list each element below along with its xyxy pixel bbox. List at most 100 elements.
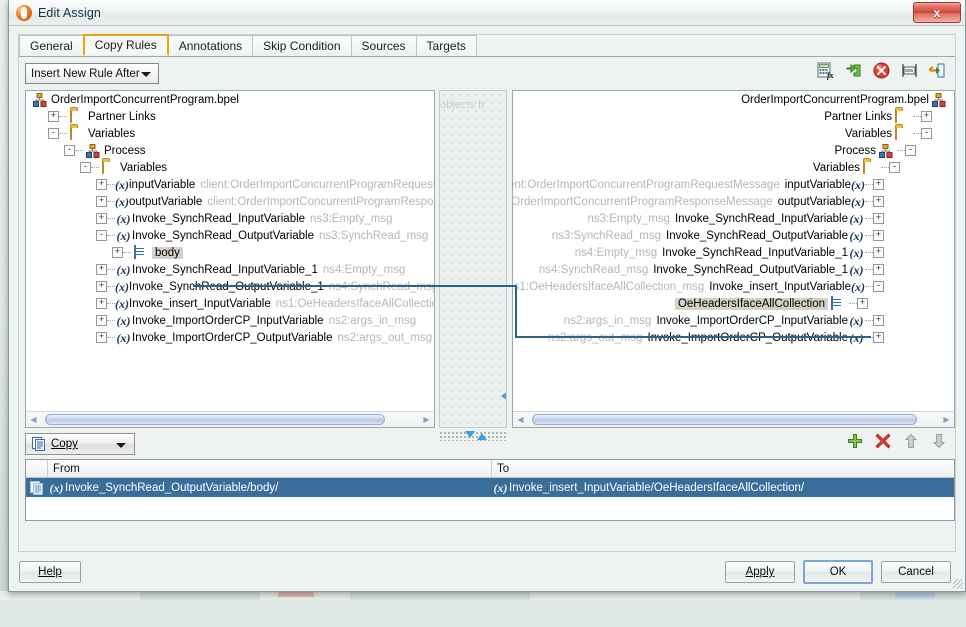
tree-node[interactable]: -Variables	[26, 159, 434, 176]
tree-expander[interactable]: +	[921, 111, 932, 122]
copy-rules-table[interactable]: From To (x)	[25, 459, 955, 521]
tab-sources[interactable]: Sources	[351, 35, 417, 56]
column-header-to[interactable]: To	[492, 460, 954, 477]
tree-expander[interactable]: +	[857, 298, 868, 309]
copy-operation-dropdown[interactable]: Copy	[25, 433, 135, 455]
tree-node[interactable]: Process-	[513, 142, 954, 159]
scroll-thumb[interactable]	[45, 414, 385, 425]
insert-rule-dropdown[interactable]: Insert New Rule After	[25, 63, 159, 84]
ok-button[interactable]: OK	[803, 560, 873, 584]
tree-expander[interactable]: +	[873, 230, 884, 241]
scroll-right-arrow[interactable]: ▶	[939, 412, 954, 427]
tree-node[interactable]: Variables-	[513, 125, 954, 142]
tree-node[interactable]: +(x)outputVariableclient:OrderImportConc…	[26, 193, 434, 210]
tree-node[interactable]: -(x)Invoke_SynchRead_OutputVariablens3:S…	[26, 227, 434, 244]
tree-expander[interactable]: +	[873, 264, 884, 275]
tab-copy-rules[interactable]: Copy Rules	[83, 34, 169, 56]
tree-node[interactable]: ns2:args_out_msgInvoke_ImportOrderCP_Out…	[513, 329, 954, 346]
tab-annotations[interactable]: Annotations	[168, 35, 253, 56]
tree-line	[865, 235, 873, 236]
add-rule-icon[interactable]	[847, 433, 863, 449]
tree-expander[interactable]: +	[873, 213, 884, 224]
tree-expander[interactable]: +	[873, 315, 884, 326]
delete-rule-icon[interactable]	[875, 433, 891, 449]
tree-expander[interactable]: -	[80, 162, 91, 173]
tree-node[interactable]: client:OrderImportConcurrentProgramRespo…	[513, 193, 954, 210]
tree-node[interactable]: +body	[26, 244, 434, 261]
tree-node[interactable]: Partner Links+	[513, 108, 954, 125]
tree-node[interactable]: +(x)Invoke_insert_InputVariablens1:OeHea…	[26, 295, 434, 312]
tree-node[interactable]: ns2:args_in_msgInvoke_ImportOrderCP_Inpu…	[513, 312, 954, 329]
tree-expander[interactable]: +	[96, 298, 107, 309]
tab-general[interactable]: General	[19, 35, 84, 56]
tree-expander[interactable]: -	[96, 230, 107, 241]
tree-node[interactable]: ns4:SynchRead_msgInvoke_SynchRead_Output…	[513, 261, 954, 278]
tree-expander[interactable]: -	[921, 128, 932, 139]
delete-mapping-icon[interactable]	[872, 61, 891, 80]
add-mapping-icon[interactable]	[844, 61, 863, 80]
tree-expander[interactable]: +	[873, 196, 884, 207]
tree-node[interactable]: ns3:Empty_msgInvoke_SynchRead_InputVaria…	[513, 210, 954, 227]
tree-node[interactable]: +(x)inputVariableclient:OrderImportConcu…	[26, 176, 434, 193]
move-down-icon[interactable]	[931, 433, 947, 449]
tree-node[interactable]: +(x)Invoke_SynchRead_InputVariable_1ns4:…	[26, 261, 434, 278]
tree-node[interactable]: ns1:OeHeadersIfaceAllCollection_msgInvok…	[513, 278, 954, 295]
tree-node[interactable]: Variables-	[513, 159, 954, 176]
cancel-button[interactable]: Cancel	[881, 561, 951, 583]
tree-expander[interactable]: +	[112, 247, 123, 258]
move-up-icon[interactable]	[903, 433, 919, 449]
tree-expander[interactable]: -	[48, 128, 59, 139]
tree-node-label: Invoke_SynchRead_OutputVariable	[132, 230, 314, 242]
tree-expander[interactable]: -	[889, 162, 900, 173]
tree-node[interactable]: -Process	[26, 142, 434, 159]
source-tree-panel[interactable]: OrderImportConcurrentProgram.bpel+Partne…	[25, 90, 435, 428]
tree-root[interactable]: OrderImportConcurrentProgram.bpel	[26, 91, 434, 108]
tree-node[interactable]: +(x)Invoke_ImportOrderCP_OutputVariablen…	[26, 329, 434, 346]
tree-node[interactable]: +(x)Invoke_SynchRead_InputVariablens3:Em…	[26, 210, 434, 227]
ruler-icon[interactable]	[900, 61, 919, 80]
source-tree-hscrollbar[interactable]: ◀ ▶	[26, 411, 434, 427]
tree-expander[interactable]: +	[96, 264, 107, 275]
scroll-track[interactable]	[528, 413, 939, 426]
scroll-left-arrow[interactable]: ◀	[513, 412, 528, 427]
tree-node[interactable]: client:OrderImportConcurrentProgramReque…	[513, 176, 954, 193]
mapper-canvas[interactable]: g objects h	[439, 90, 507, 428]
scroll-track[interactable]	[41, 413, 419, 426]
scroll-thumb[interactable]	[532, 414, 917, 425]
tree-expander[interactable]: +	[873, 332, 884, 343]
tree-expander[interactable]: +	[96, 213, 107, 224]
tree-expander[interactable]: +	[96, 179, 107, 190]
tree-expander[interactable]: +	[96, 315, 107, 326]
apply-button[interactable]: Apply	[725, 561, 795, 583]
tree-expander[interactable]: +	[48, 111, 59, 122]
tree-expander[interactable]: +	[873, 247, 884, 258]
scroll-left-arrow[interactable]: ◀	[26, 412, 41, 427]
scroll-right-arrow[interactable]: ▶	[419, 412, 434, 427]
tree-node[interactable]: +(x)Invoke_SynchRead_OutputVariable_1ns4…	[26, 278, 434, 295]
export-icon[interactable]	[928, 61, 947, 80]
tree-node[interactable]: OeHeadersIfaceAllCollection+	[513, 295, 954, 312]
tree-node[interactable]: +(x)Invoke_ImportOrderCP_InputVariablens…	[26, 312, 434, 329]
expression-builder-icon[interactable]: fx	[816, 61, 835, 80]
tree-expander[interactable]: +	[873, 179, 884, 190]
tree-node[interactable]: -Variables	[26, 125, 434, 142]
tree-expander[interactable]: -	[873, 281, 884, 292]
tab-targets[interactable]: Targets	[416, 35, 477, 56]
tree-root[interactable]: OrderImportConcurrentProgram.bpel	[513, 91, 954, 108]
column-header-from[interactable]: From	[48, 460, 492, 477]
tree-expander[interactable]: +	[96, 332, 107, 343]
tree-expander[interactable]: -	[905, 145, 916, 156]
tab-skip-condition[interactable]: Skip Condition	[252, 35, 351, 56]
table-row[interactable]: (x) Invoke_SynchRead_OutputVariable/body…	[26, 478, 954, 497]
tree-expander[interactable]: +	[96, 281, 107, 292]
tree-node[interactable]: +Partner Links	[26, 108, 434, 125]
help-button[interactable]: Help	[19, 561, 81, 583]
target-tree-hscrollbar[interactable]: ◀ ▶	[513, 411, 954, 427]
resize-grip[interactable]	[953, 579, 963, 589]
target-tree-panel[interactable]: OrderImportConcurrentProgram.bpelPartner…	[512, 90, 955, 428]
close-button[interactable]: x	[913, 2, 961, 23]
tree-node[interactable]: ns3:SynchRead_msgInvoke_SynchRead_Output…	[513, 227, 954, 244]
tree-node[interactable]: ns4:Empty_msgInvoke_SynchRead_InputVaria…	[513, 244, 954, 261]
tree-expander[interactable]: -	[64, 145, 75, 156]
tree-expander[interactable]: +	[96, 196, 107, 207]
